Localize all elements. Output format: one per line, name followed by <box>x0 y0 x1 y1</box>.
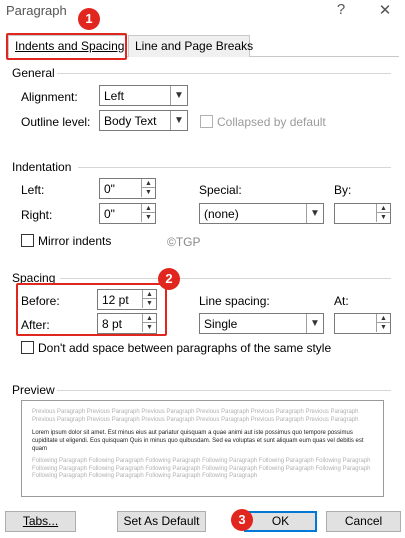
spin-down-icon[interactable]: ▼ <box>376 323 390 332</box>
outline-level-select[interactable]: Body Text ▼ <box>99 110 188 131</box>
right-indent-spinner[interactable]: 0" ▲ ▼ <box>99 203 156 224</box>
ok-button[interactable]: OK <box>244 511 317 532</box>
spin-up-icon[interactable]: ▲ <box>376 314 390 323</box>
outline-level-value: Body Text <box>104 114 157 128</box>
special-select[interactable]: (none) ▼ <box>199 203 324 224</box>
at-label: At: <box>334 294 349 308</box>
left-indent-value: 0" <box>104 182 115 196</box>
dont-add-space-label: Don't add space between paragraphs of th… <box>38 341 332 355</box>
set-as-default-button[interactable]: Set As Default <box>117 511 206 532</box>
preview-following-paragraph: Following Paragraph Following Paragraph … <box>32 458 371 479</box>
collapsed-checkbox[interactable] <box>200 115 213 128</box>
window-title: Paragraph <box>6 3 67 18</box>
left-indent-label: Left: <box>21 183 45 197</box>
tab-label: Line and Page Breaks <box>135 39 254 53</box>
dont-add-space-checkbox[interactable] <box>21 341 34 354</box>
left-indent-spinner[interactable]: 0" ▲ ▼ <box>99 178 156 199</box>
chevron-down-icon: ▼ <box>306 314 323 333</box>
chevron-down-icon: ▼ <box>306 204 323 223</box>
spin-down-icon[interactable]: ▼ <box>141 188 155 197</box>
indentation-heading: Indentation <box>12 160 72 174</box>
spin-up-icon[interactable]: ▲ <box>376 204 390 213</box>
tabs-button-label: Tabs... <box>22 514 59 528</box>
chevron-down-icon: ▼ <box>170 111 187 130</box>
step-badge-3: 3 <box>231 509 253 531</box>
indentation-separator <box>78 167 391 168</box>
general-heading: General <box>12 66 55 80</box>
set-default-label: Set As Default <box>123 514 200 528</box>
step-badge-1: 1 <box>78 8 100 30</box>
cancel-button[interactable]: Cancel <box>326 511 401 532</box>
step-badge-2: 2 <box>158 268 180 290</box>
watermark: ©TGP <box>167 235 201 249</box>
preview-previous-paragraph: Previous Paragraph Previous Paragraph Pr… <box>32 409 359 423</box>
line-spacing-value: Single <box>204 317 238 331</box>
spin-down-icon[interactable]: ▼ <box>141 213 155 222</box>
collapsed-label: Collapsed by default <box>217 115 326 129</box>
preview-separator <box>57 390 391 391</box>
mirror-indents-label: Mirror indents <box>38 234 112 248</box>
line-spacing-label: Line spacing: <box>199 294 270 308</box>
alignment-value: Left <box>104 89 125 103</box>
right-indent-label: Right: <box>21 208 53 222</box>
tab-line-page-breaks[interactable]: Line and Page Breaks <box>128 35 254 57</box>
at-spinner[interactable]: ▲ ▼ <box>334 313 391 334</box>
outline-level-label: Outline level: <box>21 115 91 129</box>
spin-up-icon[interactable]: ▲ <box>141 204 155 213</box>
by-label: By: <box>334 183 352 197</box>
preview-heading: Preview <box>12 383 55 397</box>
special-value: (none) <box>204 207 239 221</box>
alignment-label: Alignment: <box>21 90 78 104</box>
by-spinner[interactable]: ▲ ▼ <box>334 203 391 224</box>
line-spacing-select[interactable]: Single ▼ <box>199 313 324 334</box>
mirror-indents-checkbox[interactable] <box>21 234 34 247</box>
spin-up-icon[interactable]: ▲ <box>141 179 155 188</box>
ok-label: OK <box>271 514 290 528</box>
right-indent-value: 0" <box>104 207 115 221</box>
alignment-select[interactable]: Left ▼ <box>99 85 188 106</box>
tabs-button[interactable]: Tabs... <box>5 511 76 532</box>
highlight-box-spacing <box>16 283 167 336</box>
close-icon[interactable]: ✕ <box>373 1 397 19</box>
chevron-down-icon: ▼ <box>170 86 187 105</box>
help-icon[interactable]: ? <box>329 1 353 18</box>
preview-sample-paragraph: Lorem ipsum dolor sit amet. Est minus ei… <box>32 430 364 452</box>
special-label: Special: <box>199 183 242 197</box>
preview-box: Previous Paragraph Previous Paragraph Pr… <box>21 400 384 497</box>
spin-down-icon[interactable]: ▼ <box>376 213 390 222</box>
highlight-box-tab <box>6 33 127 60</box>
general-separator <box>57 73 391 74</box>
spacing-separator <box>60 278 391 279</box>
cancel-label: Cancel <box>344 514 383 528</box>
